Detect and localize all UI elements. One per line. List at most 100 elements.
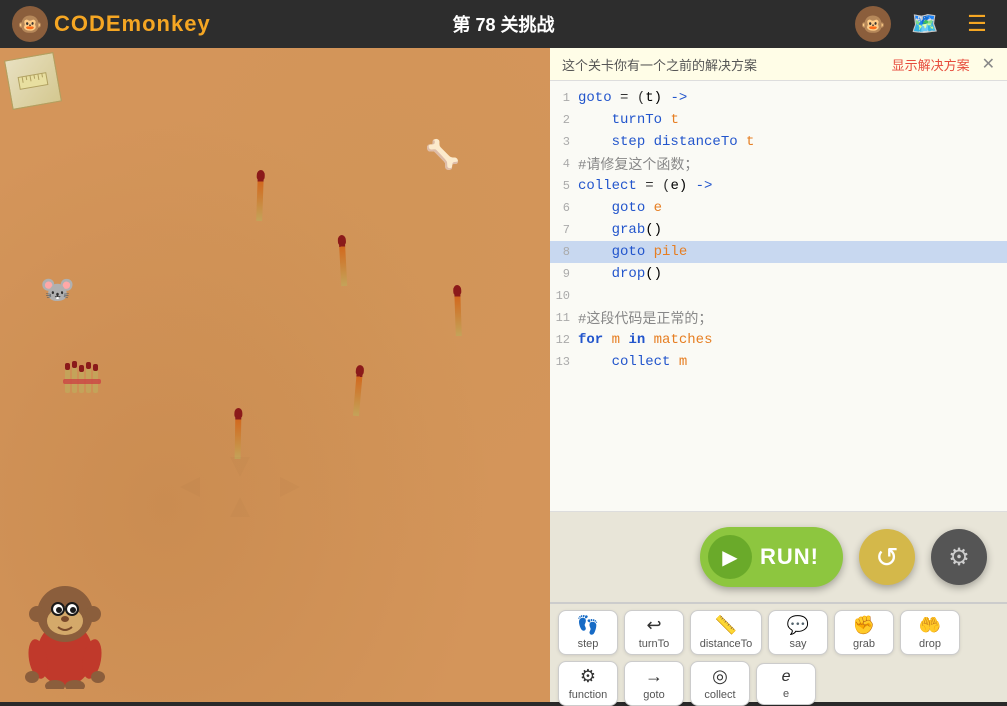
- code-line[interactable]: 8 goto pile: [550, 241, 1007, 263]
- drop-button[interactable]: 🤲 drop: [900, 610, 960, 655]
- code-line[interactable]: 1goto = (t) ->: [550, 87, 1007, 109]
- line-content: collect m: [578, 354, 1007, 370]
- e-icon: e: [781, 668, 791, 686]
- code-line[interactable]: 5collect = (e) ->: [550, 175, 1007, 197]
- code-line[interactable]: 12for m in matches: [550, 329, 1007, 351]
- line-number: 4: [550, 157, 578, 171]
- line-number: 7: [550, 223, 578, 237]
- match-item: [339, 238, 348, 286]
- code-line[interactable]: 11#这段代码是正常的；: [550, 307, 1007, 329]
- direction-arrows: [180, 457, 300, 522]
- match-item: [235, 411, 242, 459]
- play-icon: ▶: [708, 535, 752, 579]
- line-content: collect = (e) ->: [578, 178, 1007, 194]
- logo-area: 🐵 CODEmonkey: [12, 6, 211, 42]
- function-icon: ⚙: [580, 666, 596, 687]
- ruler-icon: [4, 52, 62, 110]
- header-right: 🐵 🗺️ ☰: [855, 6, 995, 42]
- header: 🐵 CODEmonkey 第 78 关挑战 🐵 🗺️ ☰: [0, 0, 1007, 48]
- logo-text: CODEmonkey: [54, 11, 211, 37]
- code-line[interactable]: 10: [550, 285, 1007, 307]
- match-item: [256, 173, 264, 221]
- toolbar-row-2: ⚙ function → goto ◎ collect e e: [558, 661, 999, 706]
- code-line[interactable]: 6 goto e: [550, 197, 1007, 219]
- e-label: e: [783, 688, 789, 700]
- line-content: step distanceTo t: [578, 134, 1007, 150]
- line-number: 6: [550, 201, 578, 215]
- line-number: 1: [550, 91, 578, 105]
- bone-item: 🦴: [425, 138, 460, 171]
- drop-label: drop: [919, 638, 941, 650]
- distanceto-button[interactable]: 📏 distanceTo: [690, 610, 762, 655]
- run-area: ▶ RUN! ↺ ⚙: [550, 512, 1007, 602]
- e-button[interactable]: e e: [756, 663, 816, 705]
- line-content: turnTo t: [578, 112, 1007, 128]
- game-area: 🦴 🐭: [0, 48, 550, 702]
- drop-icon: 🤲: [919, 615, 941, 636]
- say-label: say: [789, 638, 806, 650]
- solution-banner-text: 这个关卡你有一个之前的解决方案: [562, 55, 757, 74]
- distanceto-label: distanceTo: [700, 638, 753, 650]
- run-button[interactable]: ▶ RUN!: [700, 527, 843, 587]
- line-number: 12: [550, 333, 578, 347]
- say-button[interactable]: 💬 say: [768, 610, 828, 655]
- collect-button[interactable]: ◎ collect: [690, 661, 750, 706]
- goto-button[interactable]: → goto: [624, 661, 684, 706]
- code-line[interactable]: 9 drop(): [550, 263, 1007, 285]
- menu-icon[interactable]: ☰: [959, 6, 995, 42]
- line-content: #这段代码是正常的；: [578, 308, 1007, 328]
- step-icon: 👣: [577, 615, 599, 636]
- step-label: step: [578, 638, 599, 650]
- settings-button[interactable]: ⚙: [931, 529, 987, 585]
- match-item: [353, 368, 363, 416]
- mouse-item: 🐭: [40, 273, 75, 306]
- line-number: 13: [550, 355, 578, 369]
- code-line[interactable]: 13 collect m: [550, 351, 1007, 373]
- collect-label: collect: [704, 689, 735, 701]
- toolbar-row-1: 👣 step ↩ turnTo 📏 distanceTo 💬 say ✊: [558, 610, 999, 655]
- goto-label: goto: [643, 689, 664, 701]
- header-title: 第 78 关挑战: [452, 11, 554, 37]
- logo-monkey-icon: 🐵: [12, 6, 48, 42]
- goto-icon: →: [645, 666, 663, 687]
- code-line[interactable]: 2 turnTo t: [550, 109, 1007, 131]
- match-pile-item: [60, 343, 130, 403]
- code-line[interactable]: 4#请修复这个函数；: [550, 153, 1007, 175]
- distanceto-icon: 📏: [715, 615, 737, 636]
- step-button[interactable]: 👣 step: [558, 610, 618, 655]
- solution-banner: 这个关卡你有一个之前的解决方案 显示解决方案 ✕: [550, 48, 1007, 81]
- reset-button[interactable]: ↺: [859, 529, 915, 585]
- grab-label: grab: [853, 638, 875, 650]
- toolbar: 👣 step ↩ turnTo 📏 distanceTo 💬 say ✊: [550, 602, 1007, 702]
- line-content: drop(): [578, 266, 1007, 282]
- map-icon[interactable]: 🗺️: [907, 6, 943, 42]
- line-content: for m in matches: [578, 332, 1007, 348]
- line-number: 2: [550, 113, 578, 127]
- line-content: grab(): [578, 222, 1007, 238]
- say-icon: 💬: [787, 615, 809, 636]
- show-solution-link[interactable]: 显示解决方案: [892, 55, 970, 74]
- function-label: function: [569, 689, 608, 701]
- line-number: 9: [550, 267, 578, 281]
- line-content: goto e: [578, 200, 1007, 216]
- line-number: 8: [550, 245, 578, 259]
- collect-icon: ◎: [712, 666, 728, 687]
- turnto-icon: ↩: [646, 615, 661, 636]
- line-content: goto = (t) ->: [578, 90, 1007, 106]
- code-editor[interactable]: 1goto = (t) ->2 turnTo t3 step distanceT…: [550, 81, 1007, 512]
- run-label: RUN!: [760, 544, 819, 570]
- code-line[interactable]: 7 grab(): [550, 219, 1007, 241]
- grab-button[interactable]: ✊ grab: [834, 610, 894, 655]
- turnto-button[interactable]: ↩ turnTo: [624, 610, 684, 655]
- avatar-icon[interactable]: 🐵: [855, 6, 891, 42]
- grab-icon: ✊: [853, 615, 875, 636]
- function-button[interactable]: ⚙ function: [558, 661, 618, 706]
- code-line[interactable]: 3 step distanceTo t: [550, 131, 1007, 153]
- monkey-character: [20, 559, 110, 702]
- line-content: #请修复这个函数；: [578, 154, 1007, 174]
- line-content: [578, 288, 1007, 304]
- close-banner-button[interactable]: ✕: [982, 54, 995, 74]
- line-number: 10: [550, 289, 578, 303]
- code-panel: 这个关卡你有一个之前的解决方案 显示解决方案 ✕ 1goto = (t) ->2…: [550, 48, 1007, 702]
- line-number: 5: [550, 179, 578, 193]
